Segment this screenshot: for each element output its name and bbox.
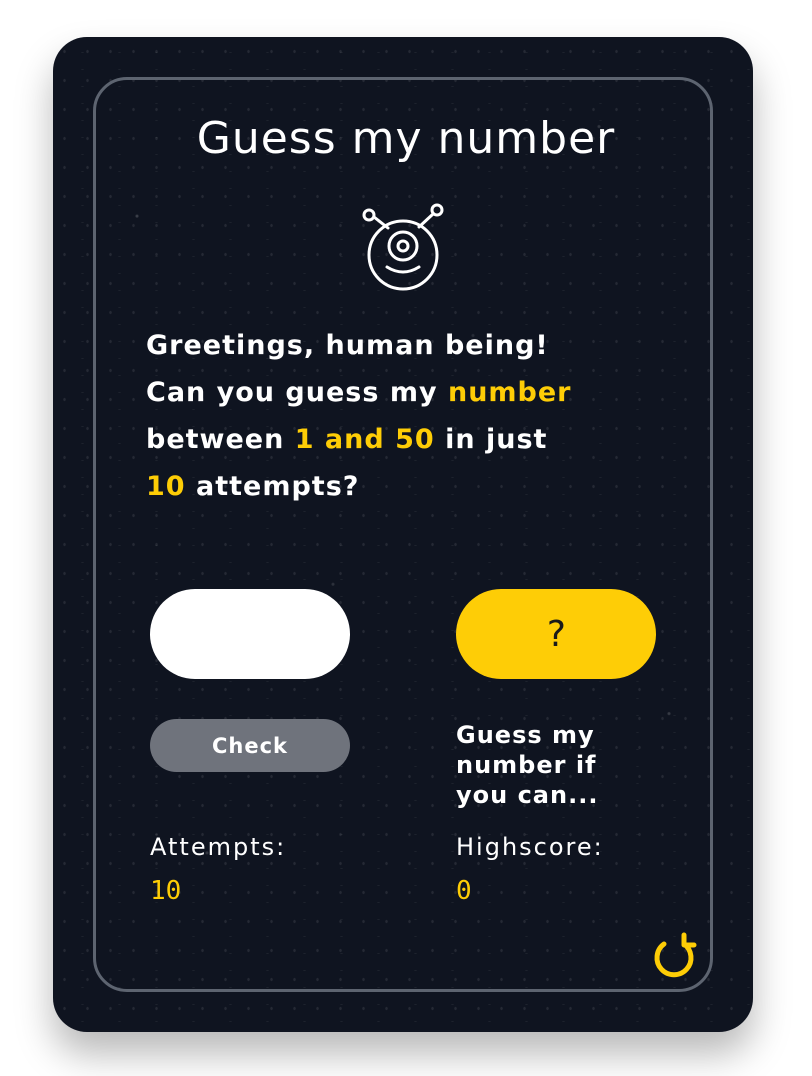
highlight-number: number [447, 377, 572, 408]
intro-text: Greetings, human being! Can you guess my… [146, 322, 666, 510]
attempts-label: Attempts: [150, 833, 287, 861]
intro-text-segment: between [146, 424, 295, 455]
check-button[interactable]: Check [150, 719, 350, 772]
intro-text-segment: in just [434, 424, 548, 455]
game-title: Guess my number [196, 113, 616, 164]
attempts-value: 10 [150, 876, 182, 906]
reset-icon[interactable] [650, 932, 698, 980]
highscore-label: Highscore: [456, 833, 604, 861]
guess-input[interactable] [150, 589, 350, 679]
intro-line-4: 10 attempts? [146, 463, 666, 510]
highscore-value: 0 [456, 876, 472, 906]
secret-number-display: ? [456, 589, 656, 679]
highlight-range: 1 and 50 [294, 424, 435, 455]
intro-line-1: Greetings, human being! [146, 330, 549, 361]
intro-text-segment: attempts? [185, 471, 360, 502]
intro-line-3: between 1 and 50 in just [146, 416, 666, 463]
intro-line-2: Can you guess my number [146, 369, 666, 416]
alien-icon [362, 203, 444, 291]
status-message: Guess my number if you can... [456, 721, 599, 809]
highlight-attempts: 10 [146, 471, 186, 502]
intro-text-segment: Can you guess my [146, 377, 448, 408]
